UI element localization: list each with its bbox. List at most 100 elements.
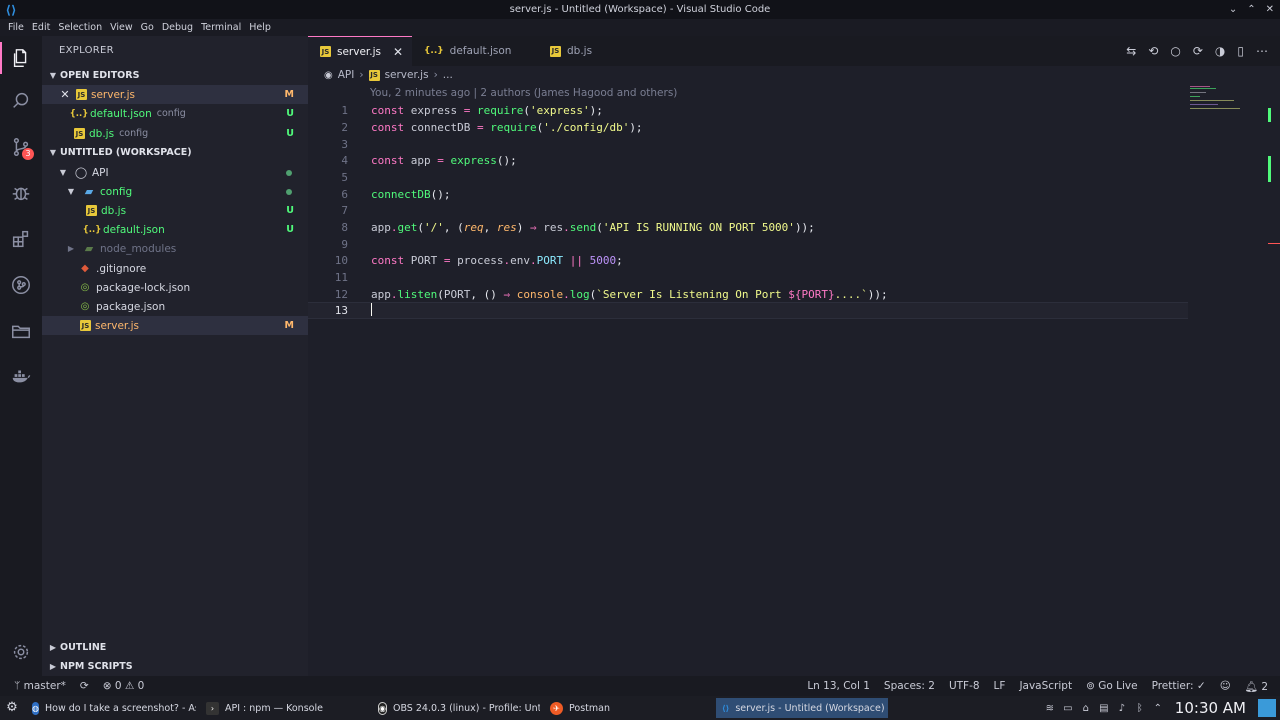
git-graph-icon[interactable] [0,265,42,305]
current-line[interactable]: 13 [308,302,1188,319]
feedback-icon[interactable]: ☺ [1220,680,1231,692]
indentation[interactable]: Spaces: 2 [884,680,935,692]
open-editor-default-json[interactable]: {..} default.json config U [42,104,308,123]
battery-icon[interactable]: ▭ [1063,703,1073,714]
task-browser[interactable]: ◍ How do I take a screenshot? - Ask ... [26,698,196,718]
activity-bar: 3 [0,36,42,676]
extensions-icon[interactable] [0,219,42,259]
code-line[interactable]: 11 [308,269,1188,286]
code-line[interactable]: 10 const PORT = process.env.PORT || 5000… [308,252,1188,269]
circle-icon[interactable]: ○ [1170,44,1180,58]
go-live-button[interactable]: ⊚ Go Live [1086,680,1137,692]
search-icon[interactable] [0,81,42,121]
menu-terminal[interactable]: Terminal [197,22,245,33]
tree-folder-config[interactable]: ▼ ▰ config [42,182,308,201]
code-line[interactable]: 9 [308,236,1188,253]
tree-file-package-json[interactable]: ◎ package.json [42,297,308,316]
code-line[interactable]: 7 [308,202,1188,219]
tree-folder-api[interactable]: ▼ ◯ API [42,163,308,182]
tab-default-json[interactable]: {..} default.json [412,36,530,66]
close-window-icon[interactable]: ✕ [1266,4,1274,15]
split-editor-icon[interactable]: ▯ [1237,44,1244,58]
open-editors-header[interactable]: ▼ OPEN EDITORS [42,66,308,85]
cursor-position[interactable]: Ln 13, Col 1 [807,680,870,692]
breadcrumb-file[interactable]: server.js [385,69,429,81]
npm-file-icon: ◎ [80,301,90,312]
lock-icon[interactable]: ⌂ [1081,703,1091,714]
gutter-change-marker [1268,156,1271,182]
outline-header[interactable]: ▶ OUTLINE [42,638,308,657]
debug-icon[interactable] [0,173,42,213]
encoding[interactable]: UTF-8 [949,680,980,692]
tree-file-db-js[interactable]: JS db.js U [42,201,308,220]
source-control-icon[interactable]: 3 [0,127,42,167]
breadcrumb-more[interactable]: ... [443,69,453,81]
tab-server-js[interactable]: JS server.js ✕ [308,36,412,66]
tray-expand-icon[interactable]: ⌃ [1153,703,1163,714]
clipboard-icon[interactable]: ▤ [1099,703,1109,714]
git-blame-annotation[interactable]: You, 2 minutes ago | 2 authors (James Ha… [370,87,677,99]
folder-icon[interactable] [0,311,42,351]
menu-edit[interactable]: Edit [28,22,54,33]
code-line[interactable]: 4 const app = express(); [308,152,1188,169]
tree-file-package-lock[interactable]: ◎ package-lock.json [42,278,308,297]
minimap[interactable] [1188,84,1268,114]
tree-file-default-json[interactable]: {..} default.json U [42,220,308,239]
taskbar: ⚙ ◍ How do I take a screenshot? - Ask ..… [0,696,1280,720]
code-line[interactable]: 8 app.get('/', (req, res) ⇒ res.send('AP… [308,219,1188,236]
wifi-icon[interactable]: ≋ [1045,703,1055,714]
files-icon[interactable] [0,38,42,78]
menu-go[interactable]: Go [137,22,158,33]
task-vscode[interactable]: ⟨⟩ server.js - Untitled (Workspace) - Vi… [716,698,888,718]
code-line[interactable]: 6 connectDB(); [308,186,1188,203]
menu-debug[interactable]: Debug [158,22,197,33]
more-actions-icon[interactable]: ⋯ [1256,44,1268,58]
task-postman[interactable]: ✈ Postman [544,698,712,718]
code-line[interactable]: 12 app.listen(PORT, () ⇒ console.log(`Se… [308,286,1188,303]
task-obs[interactable]: ◉ OBS 24.0.3 (linux) - Profile: Untitle.… [372,698,540,718]
task-konsole[interactable]: › API : npm — Konsole [200,698,368,718]
go-forward-icon[interactable]: ⟳ [1193,44,1203,58]
tab-db-js[interactable]: JS db.js [530,36,610,66]
git-lens-icon[interactable]: ◑ [1215,44,1225,58]
open-editor-db-js[interactable]: JS db.js config U [42,124,308,143]
sync-icon[interactable]: ⟳ [80,680,89,692]
settings-icon[interactable] [0,632,42,672]
end-of-line[interactable]: LF [994,680,1006,692]
minimize-icon[interactable]: ⌄ [1229,4,1237,15]
tree-file-gitignore[interactable]: ◆ .gitignore [42,259,308,278]
close-icon[interactable]: ✕ [393,45,403,59]
volume-icon[interactable]: ♪ [1117,703,1127,714]
clock[interactable]: 10:30 AM [1175,699,1246,717]
tree-folder-node-modules[interactable]: ▶ ▰ node_modules [42,239,308,258]
code-line[interactable]: 2 const connectDB = require('./config/db… [308,119,1188,136]
tree-file-server-js[interactable]: JS server.js M [42,316,308,335]
language-mode[interactable]: JavaScript [1019,680,1072,692]
go-back-icon[interactable]: ⟲ [1148,44,1158,58]
code-line[interactable]: 1 const express = require('express'); [308,102,1188,119]
breadcrumb-folder[interactable]: API [338,69,355,81]
branch-indicator[interactable]: ᛘ master* [14,680,66,692]
code-line[interactable]: 5 [308,169,1188,186]
menu-view[interactable]: View [106,22,137,33]
code-editor[interactable]: You, 2 minutes ago | 2 authors (James Ha… [308,84,1280,676]
menu-file[interactable]: File [4,22,28,33]
close-icon[interactable]: ✕ [58,88,72,102]
problems-indicator[interactable]: ⊗ 0 ⚠ 0 [103,680,145,692]
npm-scripts-header[interactable]: ▶ NPM SCRIPTS [42,657,308,676]
menu-help[interactable]: Help [245,22,275,33]
status-dot [286,169,292,176]
open-editor-server-js[interactable]: ✕ JS server.js M [42,85,308,104]
prettier-status[interactable]: Prettier: ✓ [1152,680,1206,692]
menu-selection[interactable]: Selection [54,22,106,33]
code-line[interactable]: 3 [308,136,1188,153]
docker-icon[interactable] [0,356,42,396]
maximize-icon[interactable]: ⌃ [1247,4,1255,15]
bluetooth-icon[interactable]: ᛒ [1135,703,1145,714]
system-tray: ≋ ▭ ⌂ ▤ ♪ ᛒ ⌃ 10:30 AM [1045,696,1280,720]
show-desktop-icon[interactable] [1258,699,1276,717]
compare-icon[interactable]: ⇆ [1126,44,1136,58]
workspace-header[interactable]: ▼ UNTITLED (WORKSPACE) [42,143,308,162]
notifications-indicator[interactable]: 🔔︎ 2 [1245,680,1268,693]
app-launcher-icon[interactable]: ⚙ [4,700,20,716]
